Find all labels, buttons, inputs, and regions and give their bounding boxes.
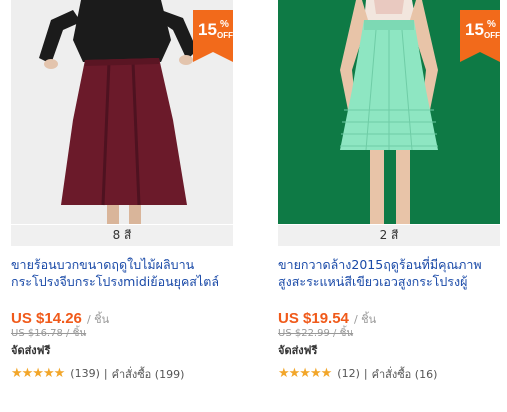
original-price-row: US $16.78 / ชิ้น [11,326,233,339]
original-price: US $16.78 / ชิ้น [11,328,87,339]
product-title-line-2[interactable]: สูงสะระแหน่สีเขียวเอวสูงกระโปรงผู้ [278,273,500,290]
product-card[interactable]: 15 % OFF 8 สี ขายร้อนบวกขนาดฤดูใบไม้ผลิบ… [11,0,233,381]
star-rating-icon: ★★★★★ [11,366,65,381]
star-rating-icon: ★★★★★ [278,366,332,381]
separator: | [103,367,108,380]
original-price-row: US $22.99 / ชิ้น [278,326,500,339]
order-count: คำสั่งซื้อ (199) [111,367,185,381]
review-count[interactable]: (139) [70,367,100,380]
review-count[interactable]: (12) [337,367,360,380]
color-count[interactable]: 2 สี [278,225,500,246]
discount-badge: 15 % OFF [193,10,233,62]
separator: | [363,367,368,380]
discount-value: 15 [465,20,484,39]
color-count[interactable]: 8 สี [11,225,233,246]
price-unit: / ชิ้น [353,313,377,326]
discount-badge: 15 % OFF [460,10,500,62]
discount-off-label: OFF [484,31,500,40]
order-count: คำสั่งซื้อ (16) [371,367,438,381]
product-image[interactable]: 15 % OFF [11,0,233,224]
price-unit: / ชิ้น [86,313,110,326]
free-shipping-label: จัดส่งฟรี [11,344,51,357]
product-title-line-1[interactable]: ขายร้อนบวกขนาดฤดูใบไม้ผลิบาน [11,256,233,273]
product-image[interactable]: 15 % OFF [278,0,500,224]
discount-percent: % [487,19,496,30]
price-row: US $19.54 / ชิ้น [278,308,500,327]
discount-percent: % [220,19,229,30]
product-title-link[interactable]: ขายร้อนบวกขนาดฤดูใบไม้ผลิบาน กระโปรงจีบก… [11,256,233,290]
product-title-link[interactable]: ขายกวาดล้าง2015ฤดูร้อนที่มีคุณภาพ สูงสะร… [278,256,500,290]
rating-row: ★★★★★ (139) | คำสั่งซื้อ (199) [11,366,233,381]
product-title-line-2[interactable]: กระโปรงจีบกระโปรงmidiย้อนยุคสไตล์ [11,273,233,290]
price-row: US $14.26 / ชิ้น [11,308,233,327]
sale-price: US $19.54 [278,310,349,327]
discount-value: 15 [198,20,217,39]
product-title-line-1[interactable]: ขายกวาดล้าง2015ฤดูร้อนที่มีคุณภาพ [278,256,500,273]
rating-row: ★★★★★ (12) | คำสั่งซื้อ (16) [278,366,500,381]
discount-off-label: OFF [217,31,233,40]
free-shipping-label: จัดส่งฟรี [278,344,318,357]
original-price: US $22.99 / ชิ้น [278,328,354,339]
sale-price: US $14.26 [11,310,82,327]
product-card[interactable]: 15 % OFF 2 สี ขายกวาดล้าง2015ฤดูร้อนที่ม… [278,0,500,381]
